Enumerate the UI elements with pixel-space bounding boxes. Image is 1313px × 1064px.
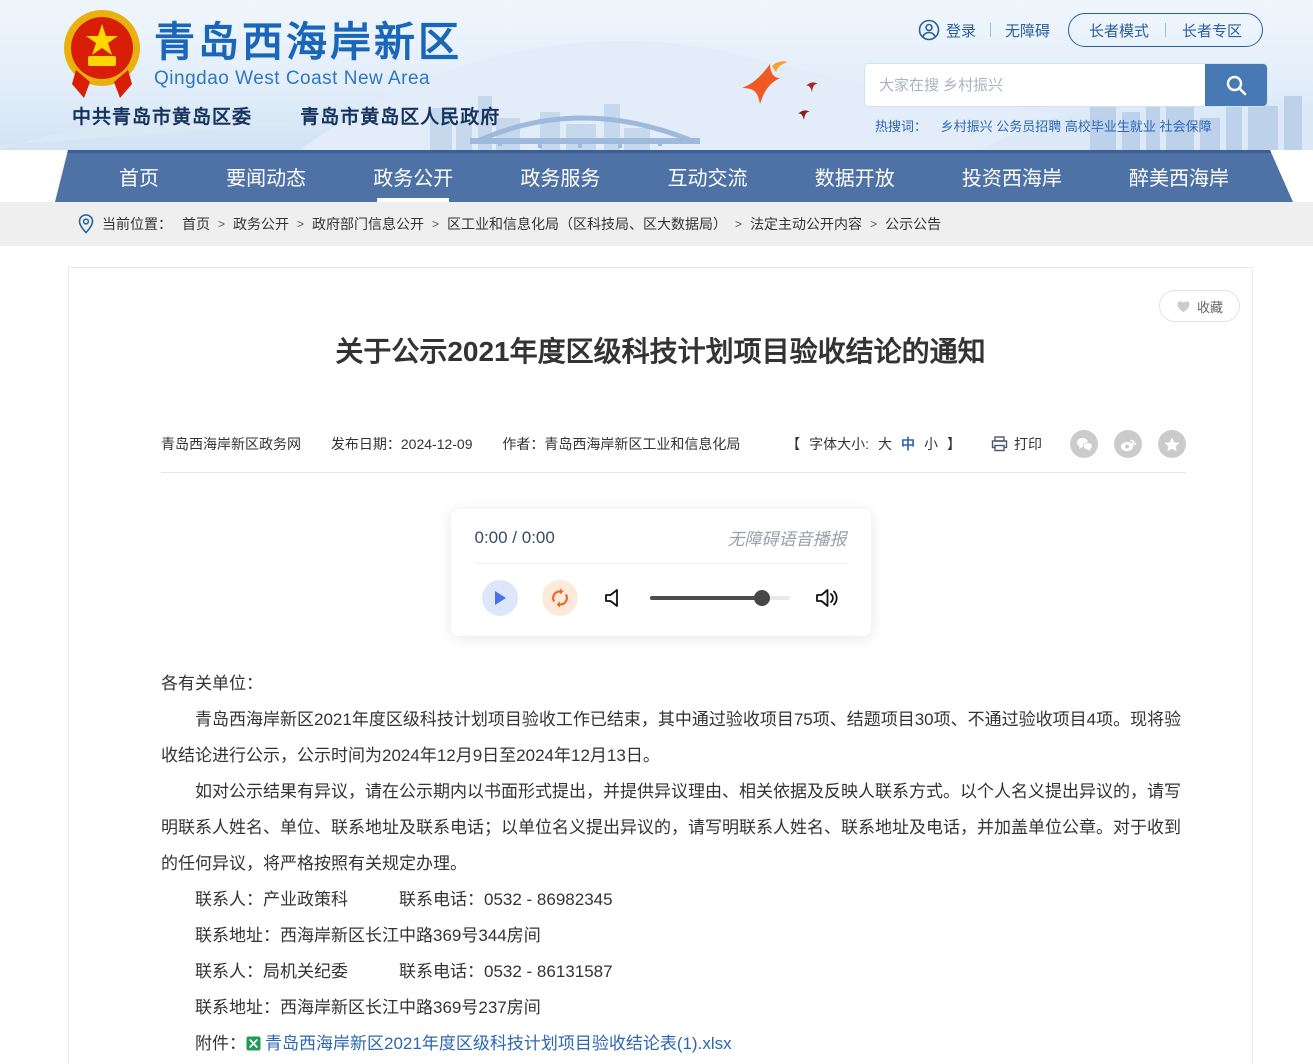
volume-knob[interactable] xyxy=(754,590,770,606)
elder-mode-button[interactable]: 长者模式 xyxy=(1089,20,1149,41)
elder-pill: 长者模式 长者专区 xyxy=(1068,13,1263,47)
bird-icons xyxy=(742,61,818,120)
replay-icon xyxy=(550,588,570,608)
paragraph-2: 如对公示结果有异议，请在公示期内以书面形式提出，并提供异议理由、相关依据及反映人… xyxy=(161,774,1182,882)
user-icon xyxy=(918,19,940,41)
breadcrumb-item-announcements[interactable]: 公示公告 xyxy=(885,214,941,234)
star-icon xyxy=(1164,437,1180,452)
article-meta: 青岛西海岸新区政务网 发布日期：2024-12-09 作者：青岛西海岸新区工业和… xyxy=(161,430,1186,458)
paragraph-1: 青岛西海岸新区2021年度区级科技计划项目验收工作已结束，其中通过验收项目75项… xyxy=(161,702,1182,774)
hot-word-link[interactable]: 乡村振兴 xyxy=(941,119,993,134)
replay-button[interactable] xyxy=(542,580,578,616)
excel-file-icon xyxy=(246,1036,261,1051)
speaker-icon[interactable] xyxy=(814,586,840,610)
share-weibo-button[interactable] xyxy=(1114,430,1142,458)
site-header: 青岛西海岸新区 Qingdao West Coast New Area 中共青岛… xyxy=(0,0,1313,150)
breadcrumb-item-home[interactable]: 首页 xyxy=(182,214,210,234)
nav-item-gov-services[interactable]: 政务服务 xyxy=(518,158,602,195)
divider xyxy=(161,472,1186,473)
share-wechat-button[interactable] xyxy=(1070,430,1098,458)
hot-search-words: 热搜词： 乡村振兴 公务员招聘 高校毕业生就业 社会保障 xyxy=(875,116,1212,135)
volume-slider[interactable] xyxy=(650,590,790,606)
attachment-label: 附件： xyxy=(195,1034,246,1053)
printer-icon xyxy=(991,436,1008,452)
site-title: 青岛西海岸新区 xyxy=(154,20,462,65)
breadcrumb-label: 当前位置： xyxy=(102,214,172,234)
site-subtitle: Qingdao West Coast New Area xyxy=(154,68,462,90)
nav-item-interaction[interactable]: 互动交流 xyxy=(666,158,750,195)
print-button[interactable]: 打印 xyxy=(991,434,1042,454)
font-size-control: 【 字体大小: 大 中 小 】 xyxy=(786,434,961,454)
nav-item-news[interactable]: 要闻动态 xyxy=(224,158,308,195)
accessibility-audio-player: 0:00 / 0:00 无障碍语音播报 xyxy=(451,509,871,636)
share-qzone-button[interactable] xyxy=(1158,430,1186,458)
breadcrumb-item-dept-info[interactable]: 政府部门信息公开 xyxy=(312,214,424,234)
article-title: 关于公示2021年度区级科技计划项目验收结论的通知 xyxy=(69,268,1252,370)
accessibility-link[interactable]: 无障碍 xyxy=(1005,20,1050,41)
nav-item-gov-disclosure[interactable]: 政务公开 xyxy=(371,158,455,195)
divider xyxy=(475,563,847,564)
audio-time: 0:00 / 0:00 xyxy=(475,528,555,548)
search-button[interactable] xyxy=(1205,64,1267,106)
font-size-label: 字体大小: xyxy=(809,434,869,454)
wechat-icon xyxy=(1076,437,1093,452)
address-line-2: 联系地址：西海岸新区长江中路369号237房间 xyxy=(161,990,1182,1026)
nav-item-invest[interactable]: 投资西海岸 xyxy=(960,158,1064,195)
font-size-large[interactable]: 大 xyxy=(878,434,892,454)
breadcrumb: 当前位置： 首页 > 政务公开 > 政府部门信息公开 > 区工业和信息化局（区科… xyxy=(0,202,1313,246)
salutation: 各有关单位： xyxy=(161,666,1182,702)
hot-words-label: 热搜词： xyxy=(875,119,927,134)
contact-line-1: 联系人：产业政策科 联系电话：0532 - 86982345 xyxy=(161,882,1182,918)
meta-source: 青岛西海岸新区政务网 xyxy=(161,436,301,452)
contact-line-2: 联系人：局机关纪委 联系电话：0532 - 86131587 xyxy=(161,954,1182,990)
page-main: 收藏 关于公示2021年度区级科技计划项目验收结论的通知 青岛西海岸新区政务网 … xyxy=(0,246,1313,1064)
hot-word-link[interactable]: 社会保障 xyxy=(1160,119,1212,134)
article-card: 收藏 关于公示2021年度区级科技计划项目验收结论的通知 青岛西海岸新区政务网 … xyxy=(68,267,1253,1064)
nav-item-open-data[interactable]: 数据开放 xyxy=(813,158,897,195)
font-size-small[interactable]: 小 xyxy=(924,434,938,454)
share-buttons xyxy=(1070,430,1186,458)
font-size-medium[interactable]: 中 xyxy=(901,434,915,454)
org-names: 中共青岛市黄岛区委 青岛市黄岛区人民政府 xyxy=(72,102,500,129)
mute-icon[interactable] xyxy=(602,586,626,610)
heart-icon xyxy=(1176,299,1191,313)
article-body: 各有关单位： 青岛西海岸新区2021年度区级科技计划项目验收工作已结束，其中通过… xyxy=(161,666,1182,1062)
location-pin-icon xyxy=(78,214,94,234)
hot-word-link[interactable]: 高校毕业生就业 xyxy=(1065,119,1156,134)
national-emblem-icon xyxy=(62,8,142,100)
attachment-row: 附件： 青岛西海岸新区2021年度区级科技计划项目验收结论表(1).xlsx xyxy=(161,1026,1182,1062)
play-icon xyxy=(493,590,507,606)
nav-item-scenery[interactable]: 醉美西海岸 xyxy=(1127,158,1231,195)
elder-zone-button[interactable]: 长者专区 xyxy=(1182,20,1242,41)
breadcrumb-item-legal-disclosure[interactable]: 法定主动公开内容 xyxy=(750,214,862,234)
meta-publish-date: 发布日期：2024-12-09 xyxy=(331,436,473,452)
login-link[interactable]: 登录 xyxy=(918,19,976,41)
nav-item-home[interactable]: 首页 xyxy=(117,158,161,195)
hot-word-link[interactable]: 公务员招聘 xyxy=(996,119,1061,134)
main-nav: 首页 要闻动态 政务公开 政务服务 互动交流 数据开放 投资西海岸 醉美西海岸 xyxy=(0,150,1313,202)
attachment-link[interactable]: 青岛西海岸新区2021年度区级科技计划项目验收结论表(1).xlsx xyxy=(265,1034,732,1053)
search-input[interactable] xyxy=(865,64,1205,106)
favorite-button[interactable]: 收藏 xyxy=(1159,290,1240,322)
breadcrumb-item-gov-disclosure[interactable]: 政务公开 xyxy=(233,214,289,234)
meta-author: 作者：青岛西海岸新区工业和信息化局 xyxy=(502,436,740,452)
play-button[interactable] xyxy=(482,580,518,616)
search-bar xyxy=(865,64,1267,106)
audio-caption: 无障碍语音播报 xyxy=(728,525,847,550)
search-icon xyxy=(1224,73,1248,97)
divider xyxy=(1165,23,1166,37)
weibo-icon xyxy=(1120,437,1137,452)
breadcrumb-item-bureau[interactable]: 区工业和信息化局（区科技局、区大数据局） xyxy=(447,214,727,234)
address-line-1: 联系地址：西海岸新区长江中路369号344房间 xyxy=(161,918,1182,954)
org-committee: 中共青岛市黄岛区委 xyxy=(72,107,252,128)
org-government: 青岛市黄岛区人民政府 xyxy=(300,107,500,128)
divider xyxy=(990,23,991,37)
